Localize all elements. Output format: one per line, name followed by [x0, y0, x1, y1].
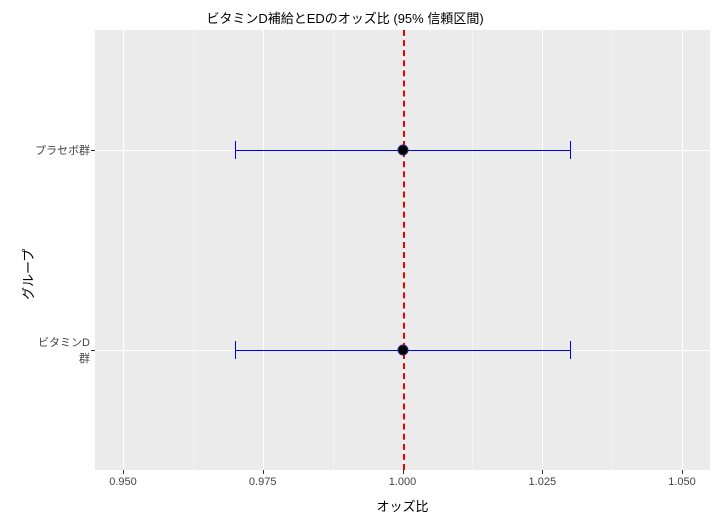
y-axis-label: グループ — [18, 249, 37, 300]
y-tick-mark — [91, 350, 95, 351]
x-tick-mark — [682, 470, 683, 474]
x-tick-mark — [403, 470, 404, 474]
x-axis-label: オッズ比 — [95, 496, 710, 515]
grid-minor — [612, 30, 613, 470]
chart-title: ビタミンD補給とEDのオッズ比 (95% 信頼区間) — [120, 8, 570, 27]
ci-cap — [235, 141, 236, 159]
y-tick-label: ビタミンD群 — [30, 334, 90, 366]
grid-major — [682, 30, 683, 470]
grid-minor — [193, 30, 194, 470]
grid-major — [542, 30, 543, 470]
x-tick-label: 0.975 — [249, 476, 277, 488]
ci-cap — [235, 341, 236, 359]
x-tick-mark — [123, 470, 124, 474]
x-tick-mark — [542, 470, 543, 474]
y-tick-mark — [91, 150, 95, 151]
y-tick-label: プラセボ群 — [30, 142, 90, 158]
point-estimate — [397, 345, 408, 356]
grid-major — [263, 30, 264, 470]
point-estimate — [397, 145, 408, 156]
x-tick-label: 1.050 — [668, 476, 696, 488]
ci-cap — [570, 341, 571, 359]
chart-container: ビタミンD補給とEDのオッズ比 (95% 信頼区間) グループ プラセボ群 ビタ… — [0, 0, 725, 524]
x-tick-mark — [263, 470, 264, 474]
plot-area — [95, 30, 710, 470]
grid-minor — [472, 30, 473, 470]
grid-major — [123, 30, 124, 470]
ci-cap — [570, 141, 571, 159]
x-tick-label: 0.950 — [109, 476, 137, 488]
x-tick-label: 1.025 — [529, 476, 557, 488]
grid-minor — [333, 30, 334, 470]
x-tick-label: 1.000 — [389, 476, 417, 488]
reference-line — [403, 30, 405, 470]
